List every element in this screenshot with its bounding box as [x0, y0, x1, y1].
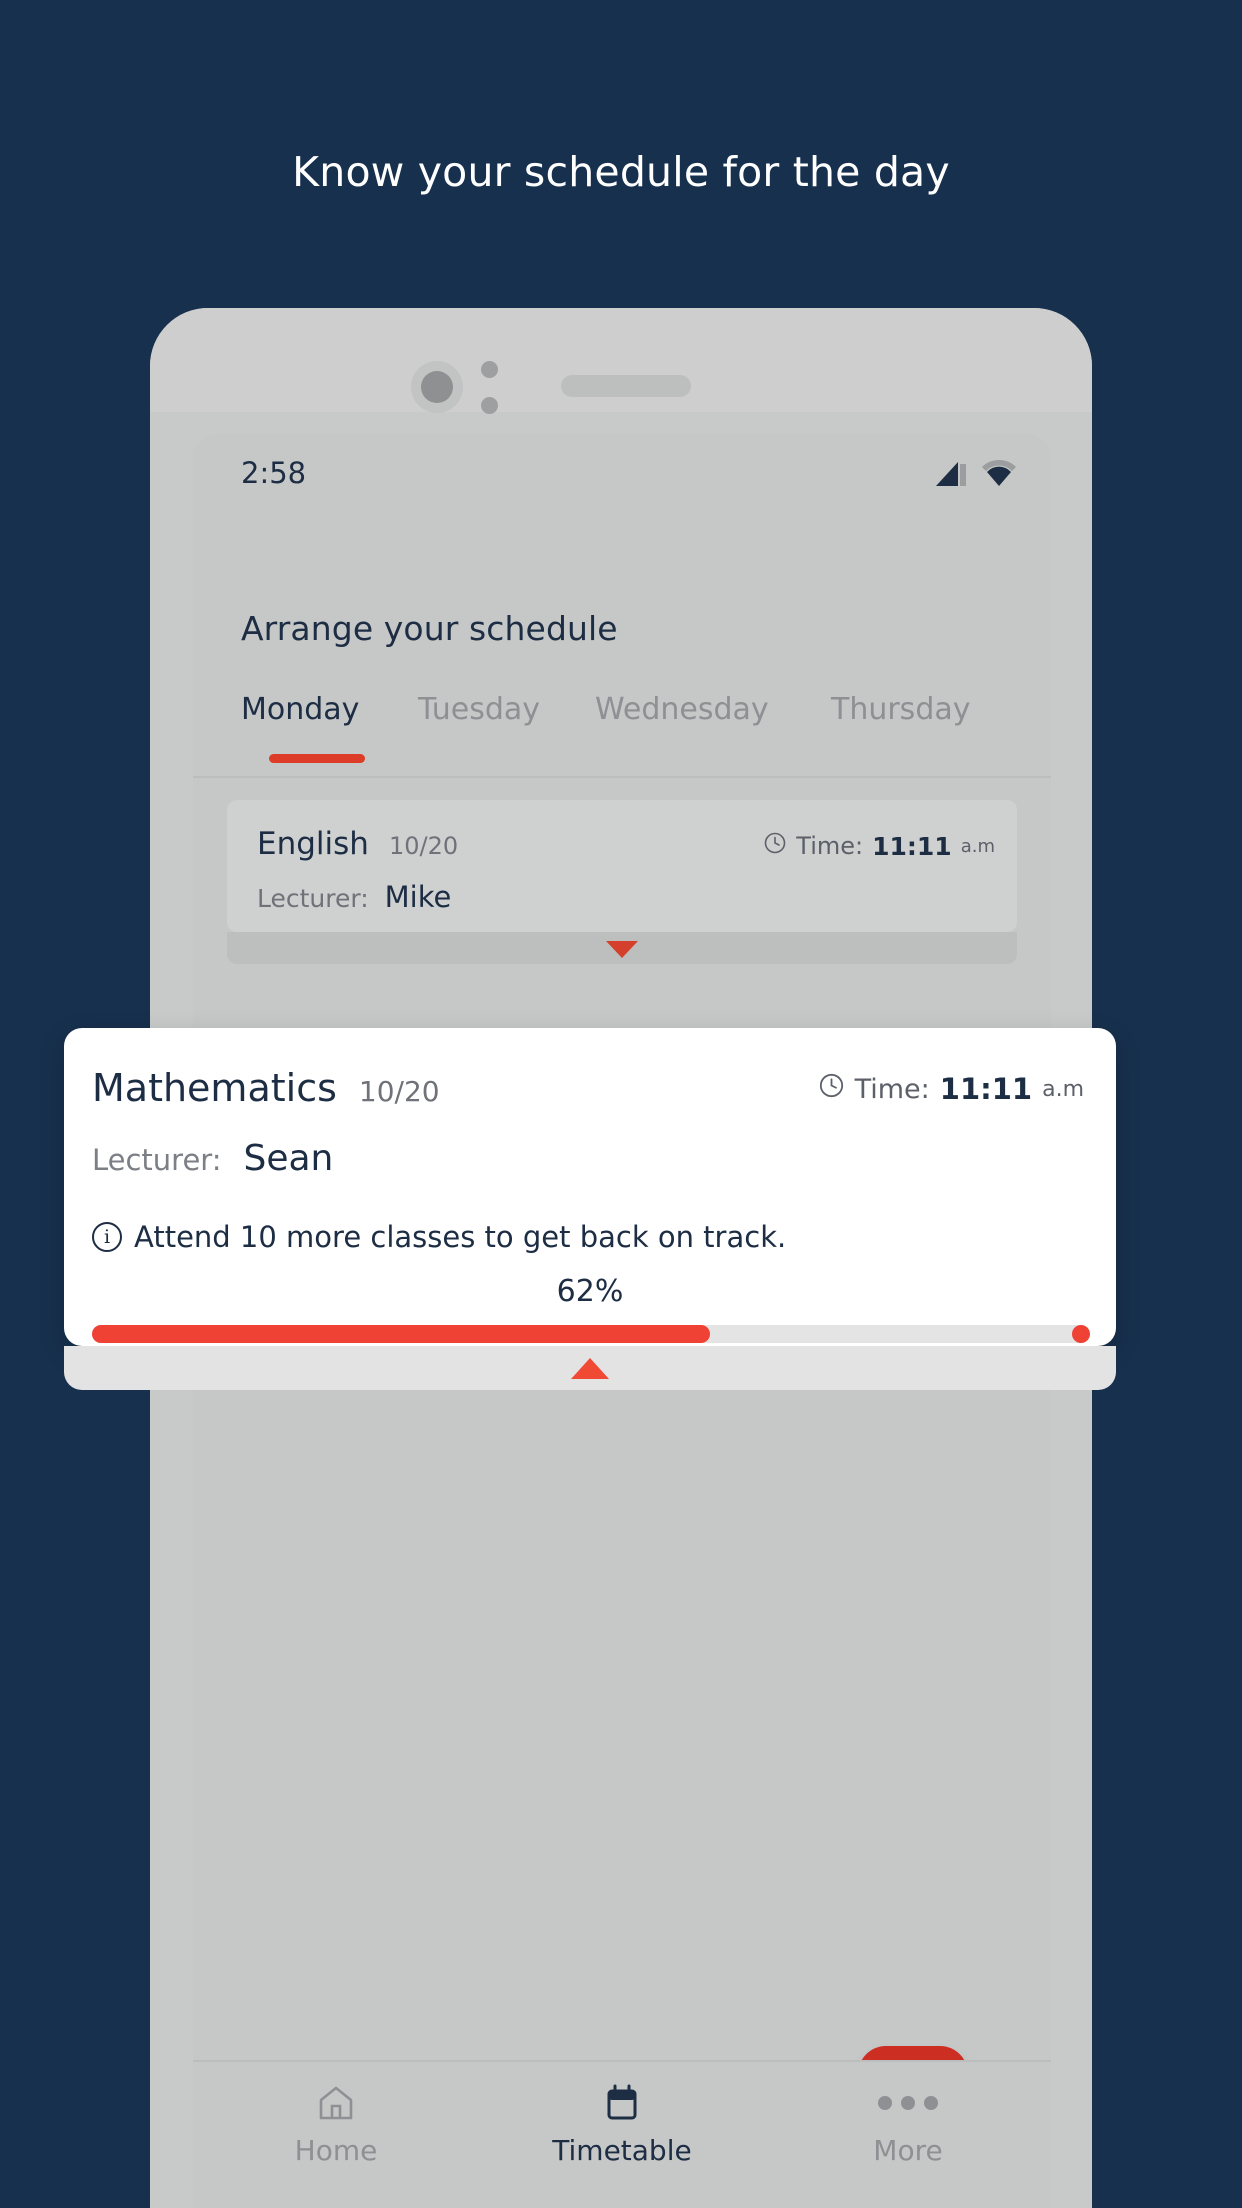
overlay-progress-percent: 62% [556, 1274, 624, 1309]
sensor-dot-icon [481, 397, 498, 414]
status-bar-icons [934, 458, 1017, 492]
nav-item-timetable[interactable]: Timetable [479, 2062, 765, 2208]
class-time-value: 11:11 [872, 831, 952, 861]
clock-icon [763, 831, 787, 861]
nav-label-home: Home [294, 2134, 378, 2167]
tab-monday[interactable]: Monday [241, 692, 359, 727]
attendance-progress-bar [92, 1325, 1090, 1343]
overlay-header: Mathematics 10/20 [92, 1066, 440, 1110]
home-icon [313, 2080, 359, 2126]
overlay-lecturer-label: Lecturer: [92, 1143, 222, 1177]
status-bar: 2:58 [193, 434, 1051, 514]
class-card-header: English 10/20 [257, 826, 458, 862]
info-icon: i [92, 1222, 122, 1252]
tab-tuesday[interactable]: Tuesday [418, 692, 540, 727]
bottom-navigation: Home Timetable More [193, 2060, 1051, 2208]
progress-end-dot [1072, 1325, 1090, 1343]
overlay-note-row: i Attend 10 more classes to get back on … [92, 1220, 786, 1254]
class-lecturer-label: Lecturer: [257, 884, 369, 913]
more-dots-icon [878, 2080, 938, 2126]
overlay-date: 10/20 [358, 1075, 440, 1108]
wifi-icon [981, 458, 1017, 492]
class-time-ampm: a.m [960, 835, 995, 857]
overlay-lecturer-row: Lecturer: Sean [92, 1138, 333, 1179]
tabs-divider [193, 776, 1051, 778]
page-headline: Know your schedule for the day [292, 148, 950, 196]
class-time-label: Time: [796, 832, 864, 860]
front-camera-icon [411, 361, 463, 413]
class-card-expander[interactable] [227, 932, 1017, 964]
overlay-lecturer-name: Sean [243, 1138, 334, 1179]
class-card-english[interactable]: English 10/20 Time: 11:11 a.m Lecturer: … [227, 800, 1017, 932]
status-bar-time: 2:58 [241, 456, 307, 490]
overlay-time-ampm: a.m [1042, 1076, 1084, 1102]
active-tab-indicator [269, 754, 365, 763]
class-detail-overlay-mathematics[interactable]: Mathematics 10/20 Time: 11:11 a.m Lectur… [64, 1028, 1116, 1346]
triangle-up-icon [571, 1358, 609, 1379]
nav-label-timetable: Timetable [552, 2134, 692, 2167]
overlay-time-value: 11:11 [939, 1072, 1033, 1106]
signal-icon [934, 458, 968, 492]
overlay-subject: Mathematics [92, 1066, 337, 1110]
nav-item-home[interactable]: Home [193, 2062, 479, 2208]
overlay-time-label: Time: [854, 1073, 930, 1105]
screen-title: Arrange your schedule [241, 609, 618, 648]
sensor-dot-icon [481, 361, 498, 378]
nav-item-more[interactable]: More [765, 2062, 1051, 2208]
overlay-collapse-handle[interactable] [64, 1346, 1116, 1390]
day-tabs: Monday Tuesday Wednesday Thursday [193, 692, 1051, 776]
tab-thursday[interactable]: Thursday [831, 692, 971, 727]
earpiece-speaker [561, 375, 691, 397]
triangle-down-icon [606, 941, 638, 958]
overlay-time: Time: 11:11 a.m [818, 1072, 1084, 1106]
clock-icon [818, 1072, 845, 1106]
class-lecturer-row: Lecturer: Mike [257, 880, 451, 914]
calendar-icon [599, 2080, 645, 2126]
class-lecturer-name: Mike [384, 880, 452, 914]
class-date: 10/20 [388, 832, 459, 860]
attendance-progress-fill [92, 1325, 710, 1343]
tab-wednesday[interactable]: Wednesday [595, 692, 769, 727]
overlay-note-text: Attend 10 more classes to get back on tr… [134, 1220, 787, 1254]
class-subject: English [257, 826, 369, 862]
class-time: Time: 11:11 a.m [763, 831, 995, 861]
nav-label-more: More [873, 2134, 943, 2167]
